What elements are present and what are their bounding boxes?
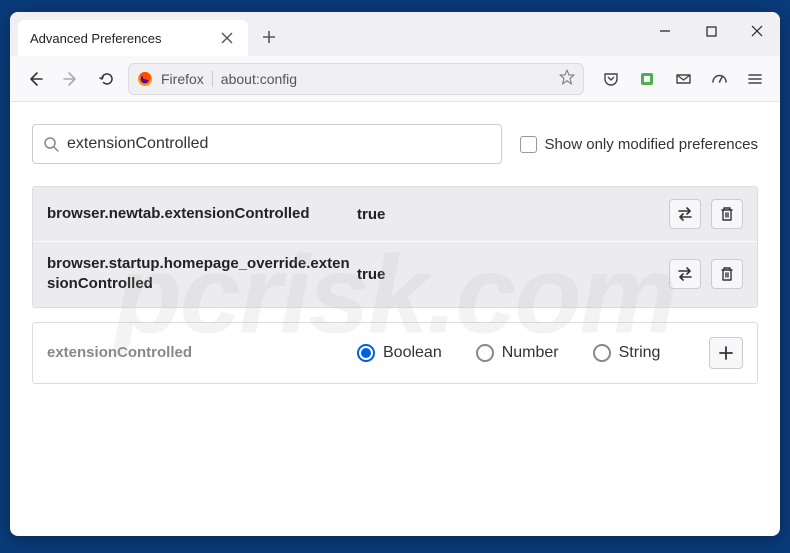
pocket-button[interactable] — [596, 64, 626, 94]
delete-button[interactable] — [711, 199, 743, 229]
reload-icon — [99, 71, 115, 87]
radio-number[interactable]: Number — [476, 344, 559, 362]
gauge-icon — [711, 70, 728, 87]
preferences-table: browser.newtab.extensionControlled true … — [32, 186, 758, 308]
modified-only-option[interactable]: Show only modified preferences — [520, 136, 758, 153]
dashboard-button[interactable] — [704, 64, 734, 94]
radio-string[interactable]: String — [593, 344, 661, 362]
arrow-left-icon — [27, 71, 43, 87]
maximize-button[interactable] — [688, 12, 734, 50]
search-box[interactable] — [32, 124, 502, 164]
url-text: about:config — [221, 71, 551, 87]
browser-window: Advanced Preferences Firefox about:confi… — [10, 12, 780, 536]
type-radio-group: Boolean Number String — [357, 344, 709, 362]
modified-only-label: Show only modified preferences — [545, 136, 758, 153]
tab-title: Advanced Preferences — [30, 31, 162, 46]
radio-input[interactable] — [593, 344, 611, 362]
preference-row[interactable]: browser.newtab.extensionControlled true — [33, 187, 757, 242]
add-preference-name: extensionControlled — [47, 344, 357, 361]
extension-button[interactable] — [632, 64, 662, 94]
trash-icon — [720, 206, 734, 222]
titlebar: Advanced Preferences — [10, 12, 780, 56]
hamburger-icon — [747, 71, 763, 87]
app-menu-button[interactable] — [740, 64, 770, 94]
preference-actions — [669, 259, 743, 289]
firefox-icon — [137, 71, 153, 87]
star-icon — [559, 69, 575, 85]
radio-boolean[interactable]: Boolean — [357, 344, 442, 362]
mail-button[interactable] — [668, 64, 698, 94]
browser-tab[interactable]: Advanced Preferences — [18, 20, 248, 56]
toggle-icon — [676, 267, 694, 281]
url-bar[interactable]: Firefox about:config — [128, 63, 584, 95]
toggle-button[interactable] — [669, 259, 701, 289]
preference-row[interactable]: browser.startup.homepage_override.extens… — [33, 242, 757, 307]
modified-only-checkbox[interactable] — [520, 136, 537, 153]
preference-value: true — [357, 206, 669, 223]
extension-icon — [639, 71, 655, 87]
preference-value: true — [357, 266, 669, 283]
add-button[interactable] — [709, 337, 743, 369]
back-button[interactable] — [20, 64, 50, 94]
add-preference-row: extensionControlled Boolean Number Strin… — [32, 322, 758, 384]
radio-label: Boolean — [383, 344, 442, 362]
close-window-button[interactable] — [734, 12, 780, 50]
pocket-icon — [603, 71, 619, 87]
radio-input[interactable] — [357, 344, 375, 362]
forward-button[interactable] — [56, 64, 86, 94]
bookmark-star-button[interactable] — [559, 69, 575, 88]
close-icon — [221, 32, 233, 44]
plus-icon — [262, 30, 276, 44]
search-row: Show only modified preferences — [32, 124, 758, 164]
toggle-button[interactable] — [669, 199, 701, 229]
arrow-right-icon — [63, 71, 79, 87]
search-icon — [43, 136, 59, 152]
close-icon — [751, 25, 763, 37]
navigation-toolbar: Firefox about:config — [10, 56, 780, 102]
close-tab-button[interactable] — [218, 29, 236, 47]
preference-name: browser.newtab.extensionControlled — [47, 204, 357, 224]
search-input[interactable] — [67, 135, 491, 153]
identity-label: Firefox — [161, 71, 213, 87]
radio-label: Number — [502, 344, 559, 362]
preference-name: browser.startup.homepage_override.extens… — [47, 254, 357, 295]
mail-icon — [675, 70, 692, 87]
maximize-icon — [706, 26, 717, 37]
minimize-icon — [659, 25, 671, 37]
about-config-content: Show only modified preferences browser.n… — [10, 102, 780, 406]
toggle-icon — [676, 207, 694, 221]
reload-button[interactable] — [92, 64, 122, 94]
new-tab-button[interactable] — [254, 22, 284, 52]
radio-label: String — [619, 344, 661, 362]
plus-icon — [719, 346, 733, 360]
window-controls — [642, 12, 780, 52]
minimize-button[interactable] — [642, 12, 688, 50]
delete-button[interactable] — [711, 259, 743, 289]
radio-input[interactable] — [476, 344, 494, 362]
trash-icon — [720, 266, 734, 282]
preference-actions — [669, 199, 743, 229]
toolbar-actions — [596, 64, 770, 94]
